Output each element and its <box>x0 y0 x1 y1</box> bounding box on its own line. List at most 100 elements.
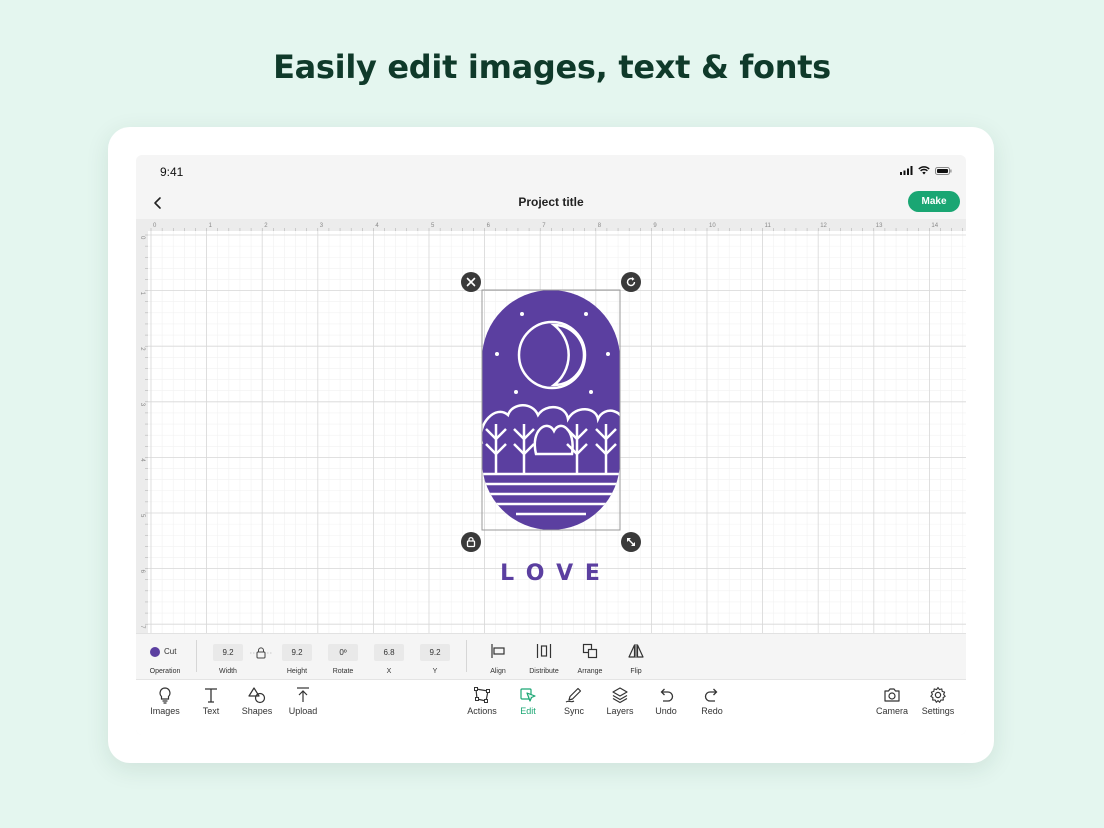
flip-label: Flip <box>630 668 642 675</box>
close-icon <box>466 277 476 287</box>
shapes-tab[interactable]: Shapes <box>234 686 280 730</box>
tablet-device: 9:41 Project title Make 0 1 2 3 4 5 6 7 … <box>108 127 994 763</box>
flip-button[interactable]: Flip <box>620 634 652 680</box>
rotate-label: Rotate <box>332 668 354 675</box>
distribute-label: Distribute <box>529 668 559 675</box>
edit-label: Edit <box>520 706 536 716</box>
night-forest-design[interactable] <box>476 289 626 531</box>
actions-icon <box>474 687 490 703</box>
operation-value: Cut <box>164 647 177 656</box>
status-time: 9:41 <box>160 165 184 179</box>
lightbulb-icon <box>159 687 171 704</box>
lock-handle[interactable] <box>461 532 481 552</box>
signal-icon <box>900 166 913 175</box>
ruler-top-label: 10 <box>709 223 716 229</box>
operation-color-dot <box>150 647 160 657</box>
headline: Easily edit images, text & fonts <box>273 48 831 86</box>
wifi-icon <box>918 166 930 175</box>
lock-icon <box>466 536 476 548</box>
align-label: Align <box>490 668 506 675</box>
ruler-top-label: 11 <box>765 223 772 229</box>
battery-icon <box>935 166 952 175</box>
gear-icon <box>930 686 946 703</box>
upload-tab[interactable]: Upload <box>280 686 326 730</box>
resize-icon <box>627 538 635 546</box>
aspect-lock-icon[interactable] <box>250 647 272 659</box>
rotate-handle[interactable] <box>621 272 641 292</box>
operation-label: Operation <box>149 668 181 675</box>
camera-label: Camera <box>875 706 908 716</box>
shapes-label: Shapes <box>241 706 273 716</box>
settings-button[interactable]: Settings <box>915 686 961 730</box>
x-control: 6.8 X <box>374 634 404 680</box>
flip-icon <box>628 644 644 658</box>
rotate-input[interactable]: 0º <box>328 644 358 661</box>
toolbar-divider <box>466 640 467 672</box>
y-control: 9.2 Y <box>420 634 450 680</box>
app-screen: 9:41 Project title Make 0 1 2 3 4 5 6 7 … <box>136 155 966 735</box>
align-icon <box>491 644 505 658</box>
bottom-nav: Images Text Shapes Upload Actions Edit S… <box>136 679 966 735</box>
status-icons <box>900 166 952 175</box>
actions-tab[interactable]: Actions <box>459 686 505 730</box>
images-tab[interactable]: Images <box>142 686 188 730</box>
undo-label: Undo <box>655 706 677 716</box>
height-control: 9.2 Height <box>282 634 312 680</box>
operation-control[interactable]: Cut Operation <box>144 634 186 680</box>
y-input[interactable]: 9.2 <box>420 644 450 661</box>
text-label: Text <box>202 706 220 716</box>
project-title: Project title <box>518 195 584 209</box>
redo-icon <box>704 688 718 702</box>
camera-icon <box>884 688 900 702</box>
canvas-grid[interactable]: 0 1 2 3 4 5 6 7 8 9 10 11 12 13 1401234567 <box>136 219 966 633</box>
images-label: Images <box>150 706 180 716</box>
delete-handle[interactable] <box>461 272 481 292</box>
height-label: Height <box>286 668 308 675</box>
pen-icon <box>565 687 582 703</box>
status-bar: 9:41 <box>136 155 966 189</box>
settings-label: Settings <box>921 706 955 716</box>
rotate-control: 0º Rotate <box>328 634 358 680</box>
layers-label: Layers <box>606 706 634 716</box>
distribute-button[interactable]: Distribute <box>526 634 562 680</box>
x-label: X <box>386 668 392 675</box>
love-text[interactable]: L O V E <box>500 561 602 586</box>
redo-label: Redo <box>701 706 723 716</box>
redo-button[interactable]: Redo <box>689 686 735 730</box>
arrange-button[interactable]: Arrange <box>574 634 606 680</box>
toolbar-divider <box>196 640 197 672</box>
resize-handle[interactable] <box>621 532 641 552</box>
align-button[interactable]: Align <box>482 634 514 680</box>
edit-toolbar: Cut Operation 9.2 Width 9.2 Height 0º Ro… <box>136 633 966 679</box>
upload-icon <box>297 687 309 702</box>
shapes-icon <box>248 687 266 704</box>
edit-tab[interactable]: Edit <box>505 686 551 730</box>
rotate-icon <box>626 277 636 287</box>
ruler-top-label: 13 <box>876 223 883 229</box>
camera-button[interactable]: Camera <box>869 686 915 730</box>
nav-bar: Project title Make <box>136 189 966 219</box>
make-button[interactable]: Make <box>908 191 960 212</box>
undo-icon <box>660 688 674 702</box>
upload-label: Upload <box>288 706 318 716</box>
undo-button[interactable]: Undo <box>643 686 689 730</box>
height-input[interactable]: 9.2 <box>282 644 312 661</box>
x-input[interactable]: 6.8 <box>374 644 404 661</box>
arrange-label: Arrange <box>577 668 603 675</box>
layers-tab[interactable]: Layers <box>597 686 643 730</box>
arrange-icon <box>582 643 598 659</box>
text-tab[interactable]: Text <box>188 686 234 730</box>
edit-cursor-icon <box>520 688 536 702</box>
design-canvas[interactable]: 0 1 2 3 4 5 6 7 8 9 10 11 12 13 14 0 1 2 3 4 5 6 7 <box>136 219 966 633</box>
sync-label: Sync <box>563 706 584 716</box>
width-control: 9.2 Width <box>213 634 243 680</box>
distribute-icon <box>536 644 552 658</box>
y-label: Y <box>432 668 438 675</box>
width-input[interactable]: 9.2 <box>213 644 243 661</box>
width-label: Width <box>219 668 237 675</box>
actions-label: Actions <box>467 706 497 716</box>
layers-icon <box>612 687 628 704</box>
ruler-top-label: 12 <box>820 223 827 229</box>
sync-tab[interactable]: Sync <box>551 686 597 730</box>
ruler-top-label: 14 <box>931 223 938 229</box>
